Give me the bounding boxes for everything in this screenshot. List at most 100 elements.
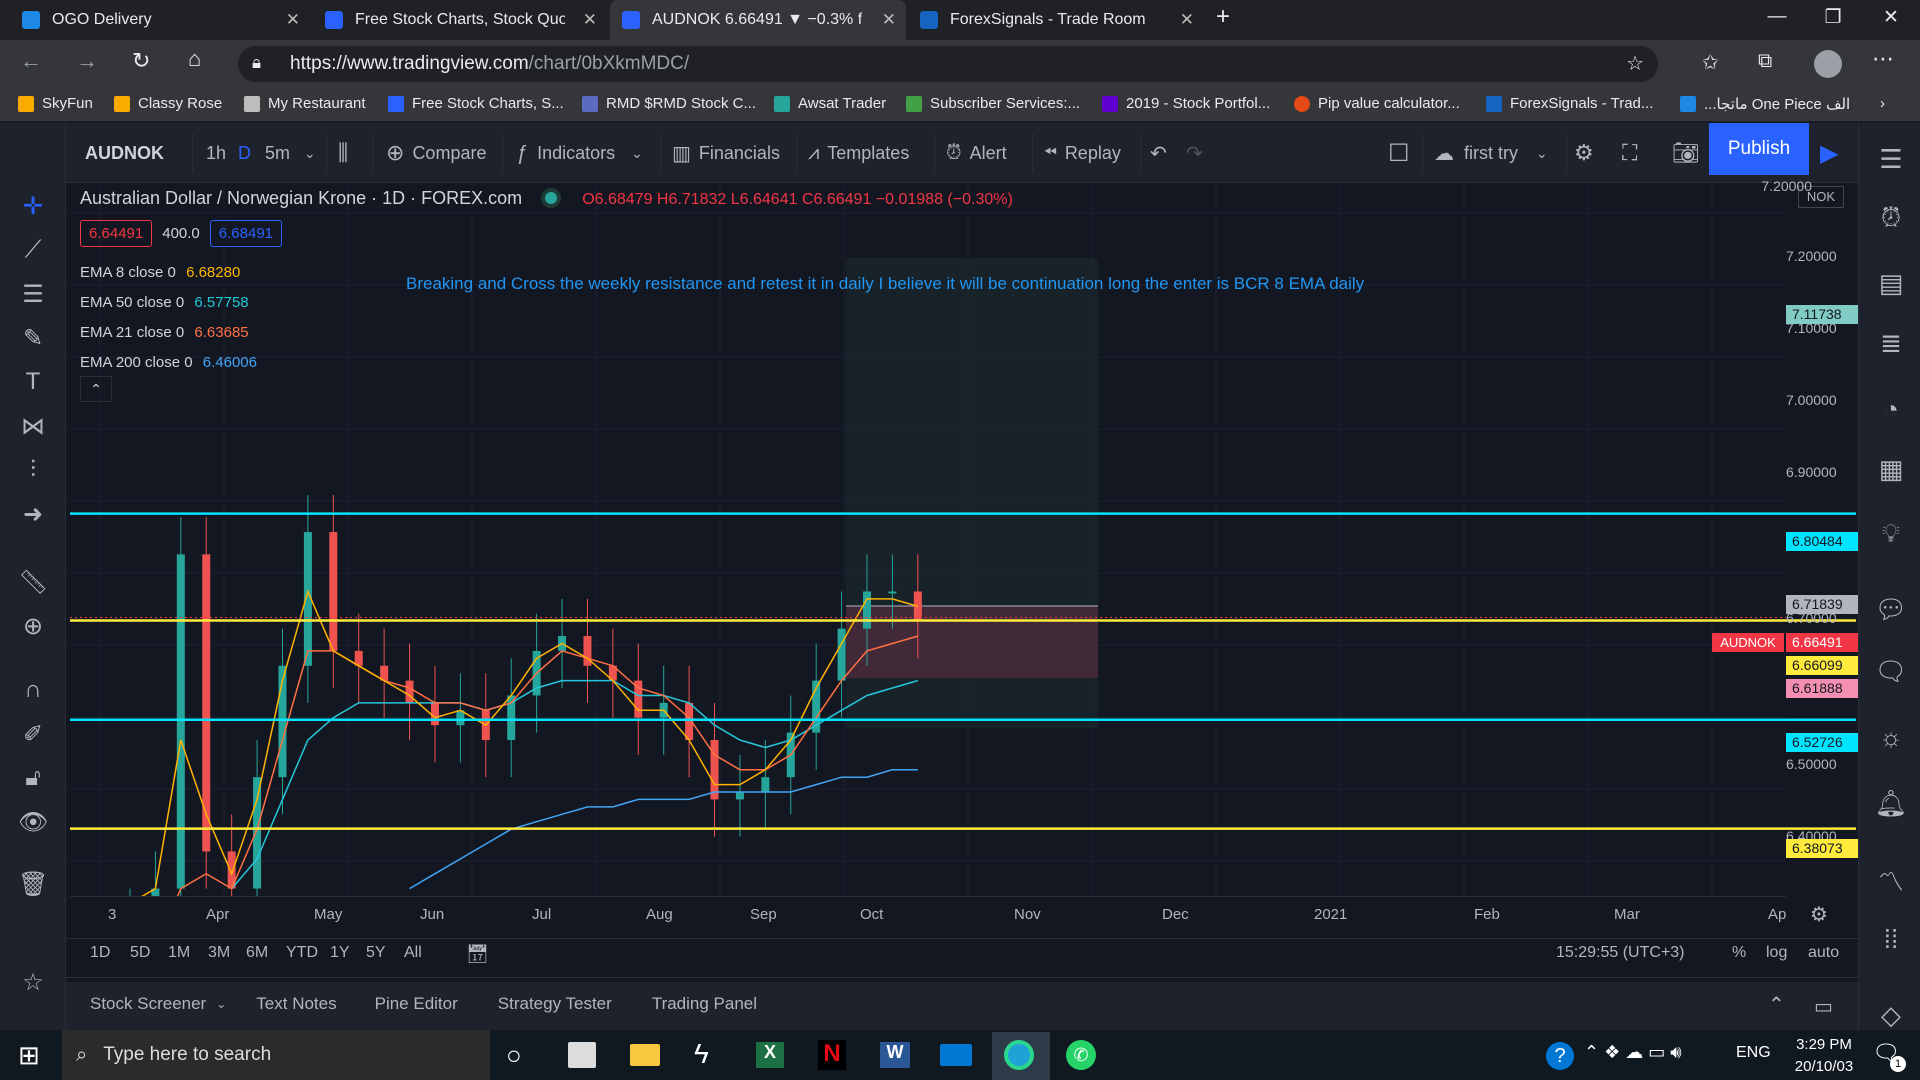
restore-icon[interactable]: ❐	[1818, 6, 1848, 29]
language-indicator[interactable]: ENG	[1736, 1044, 1771, 1062]
signals-bulb-icon[interactable]: ☼	[1874, 722, 1908, 753]
interval-5m[interactable]: 5m	[265, 123, 290, 183]
fib-icon[interactable]: ☰	[18, 280, 48, 309]
undo-icon[interactable]: ↶	[1150, 123, 1167, 183]
window-close-icon[interactable]: ✕	[1876, 6, 1906, 29]
bookmarks-more-icon[interactable]: ›	[1880, 95, 1885, 112]
taskbar-clock[interactable]: 3:29 PM 20/10/03	[1786, 1034, 1862, 1078]
financials-button[interactable]: ▥ Financials	[672, 123, 780, 183]
range-1m[interactable]: 1M	[168, 944, 208, 962]
mail-icon[interactable]	[940, 1044, 972, 1066]
interval-1h[interactable]: 1h	[206, 123, 226, 183]
bookmark-awsat-trader[interactable]: Awsat Trader	[774, 95, 886, 112]
taskbar-search[interactable]: ⌕ Type here to search	[62, 1030, 490, 1080]
indicators-button[interactable]: ƒ Indicators ⌄	[516, 123, 643, 183]
cortana-icon[interactable]: ○	[506, 1040, 522, 1071]
browser-tab-ogo[interactable]: OGO Delivery ✕	[10, 0, 310, 40]
favorites-icon[interactable]: ✩	[1702, 50, 1719, 75]
date-range-calendar-icon[interactable]: 📅︎	[466, 944, 489, 965]
tab-trading-panel[interactable]: Trading Panel	[652, 994, 757, 1014]
layout-name-button[interactable]: ☁︎ first try ⌄	[1434, 123, 1548, 183]
profile-avatar[interactable]	[1814, 50, 1842, 78]
pattern-icon[interactable]: ⋈	[18, 412, 48, 441]
bookmark-stock-portfolio[interactable]: 2019 - Stock Portfol...	[1102, 95, 1270, 112]
reload-icon[interactable]: ↻	[132, 48, 150, 74]
pencil-lock-icon[interactable]: ✐	[18, 720, 48, 749]
bookmark-subscriber-services[interactable]: Subscriber Services:...	[906, 95, 1080, 112]
bookmark-forexsignals[interactable]: ForexSignals - Trad...	[1486, 95, 1653, 112]
minimize-icon[interactable]: —	[1762, 6, 1792, 28]
tab-stock-screener[interactable]: Stock Screener	[90, 994, 206, 1014]
alerts-clock-icon[interactable]: ⏰︎	[1874, 202, 1908, 234]
range-5d[interactable]: 5D	[130, 944, 168, 962]
news-icon[interactable]: ≣	[1874, 328, 1908, 359]
play-circle-icon[interactable]: ▶	[1820, 123, 1838, 183]
arrow-icon[interactable]: ➜	[18, 500, 48, 529]
fullscreen-icon[interactable]: ⛶	[1622, 123, 1637, 183]
bookmark-one-piece[interactable]: ...ماتجا One Piece الف	[1680, 95, 1850, 113]
chat-icon[interactable]: 💬︎	[1874, 594, 1908, 625]
compare-button[interactable]: ⊕ Compare	[386, 123, 486, 183]
edge-icon[interactable]	[1004, 1040, 1034, 1070]
redo-icon[interactable]: ↷	[1186, 123, 1203, 183]
range-all[interactable]: All	[404, 944, 444, 962]
range-5y[interactable]: 5Y	[366, 944, 404, 962]
notifications-bell-icon[interactable]: 🔔︎	[1874, 788, 1908, 819]
close-icon[interactable]: ✕	[882, 10, 896, 30]
tray-icons[interactable]: ⌃ ❖ ☁︎ ▭ 🔊︎	[1584, 1042, 1682, 1063]
collapse-legend-chevron-up-icon[interactable]: ⌃	[80, 376, 112, 402]
camera-icon[interactable]: 📷︎	[1672, 123, 1700, 183]
settings-gear-icon[interactable]: ⚙︎	[1574, 123, 1594, 183]
buy-price[interactable]: 6.68491	[209, 220, 283, 247]
zoom-icon[interactable]: ⊕	[18, 612, 48, 641]
bookmark-skyfun[interactable]: SkyFun	[18, 95, 93, 112]
tab-strategy-tester[interactable]: Strategy Tester	[498, 994, 612, 1014]
trend-line-icon[interactable]: ⟋	[18, 236, 48, 264]
interval-d[interactable]: D	[238, 123, 251, 183]
axis-settings-gear-icon[interactable]: ⚙︎	[1810, 902, 1828, 927]
more-icon[interactable]: ⋯	[1872, 46, 1894, 72]
maximize-panel-icon[interactable]: ▭	[1814, 994, 1833, 1019]
excel-icon[interactable]: X	[756, 1042, 784, 1068]
templates-button[interactable]: ⩘ Templates	[808, 123, 909, 183]
ruler-icon[interactable]: 📏︎	[18, 568, 48, 597]
expand-panel-chevron-up-icon[interactable]: ⌃	[1768, 992, 1785, 1017]
layers-icon[interactable]: ◇	[1874, 1000, 1908, 1031]
brush-icon[interactable]: ✎	[18, 324, 48, 353]
tab-pine-editor[interactable]: Pine Editor	[375, 994, 458, 1014]
auto-scale-toggle[interactable]: auto	[1808, 944, 1839, 962]
bookmark-classy-rose[interactable]: Classy Rose	[114, 95, 222, 112]
crosshair-icon[interactable]: ✛	[18, 192, 48, 221]
new-tab-icon[interactable]: +	[1208, 3, 1238, 31]
browser-tab-audnok[interactable]: AUDNOK 6.66491 ▼ −0.3% first ✕	[610, 0, 906, 40]
bookmark-pip-calculator[interactable]: Pip value calculator...	[1294, 95, 1460, 112]
percent-scale-toggle[interactable]: %	[1732, 944, 1746, 962]
data-window-icon[interactable]: ▤	[1874, 268, 1908, 299]
netflix-icon[interactable]: N	[818, 1040, 846, 1070]
close-icon[interactable]: ✕	[1180, 10, 1194, 30]
close-icon[interactable]: ✕	[583, 10, 597, 30]
word-icon[interactable]: W	[880, 1042, 910, 1068]
messages-icon[interactable]: 🗨︎	[1874, 656, 1908, 687]
ideas-bulb-icon[interactable]: 💡︎	[1874, 518, 1908, 550]
watchlist-icon[interactable]: ☰	[1874, 144, 1908, 175]
range-1d[interactable]: 1D	[90, 944, 130, 962]
alert-button[interactable]: ⏰︎ Alert	[946, 123, 1007, 183]
home-icon[interactable]: ⌂	[188, 46, 201, 72]
calendar-icon[interactable]: ▦	[1874, 454, 1908, 485]
tab-text-notes[interactable]: Text Notes	[256, 994, 336, 1014]
help-icon[interactable]: ?	[1546, 1042, 1574, 1070]
star-icon[interactable]: ☆	[18, 968, 48, 997]
range-6m[interactable]: 6M	[246, 944, 286, 962]
sell-price[interactable]: 6.64491	[80, 220, 153, 247]
symbol-search[interactable]: AUDNOK	[85, 123, 164, 183]
ema50-row[interactable]: EMA 50 close 0 6.57758	[80, 288, 257, 318]
range-1y[interactable]: 1Y	[330, 944, 366, 962]
forward-icon[interactable]: →	[76, 48, 98, 74]
log-scale-toggle[interactable]: log	[1766, 944, 1787, 962]
ema200-row[interactable]: EMA 200 close 0 6.46006	[80, 348, 257, 378]
layout-square-icon[interactable]: ☐	[1388, 123, 1410, 183]
hotlist-icon[interactable]: ◔	[1874, 394, 1908, 425]
url-field[interactable]: 🔒︎ https://www.tradingview.com/chart/0bX…	[238, 46, 1658, 82]
bookmark-my-restaurant[interactable]: My Restaurant	[244, 95, 366, 112]
